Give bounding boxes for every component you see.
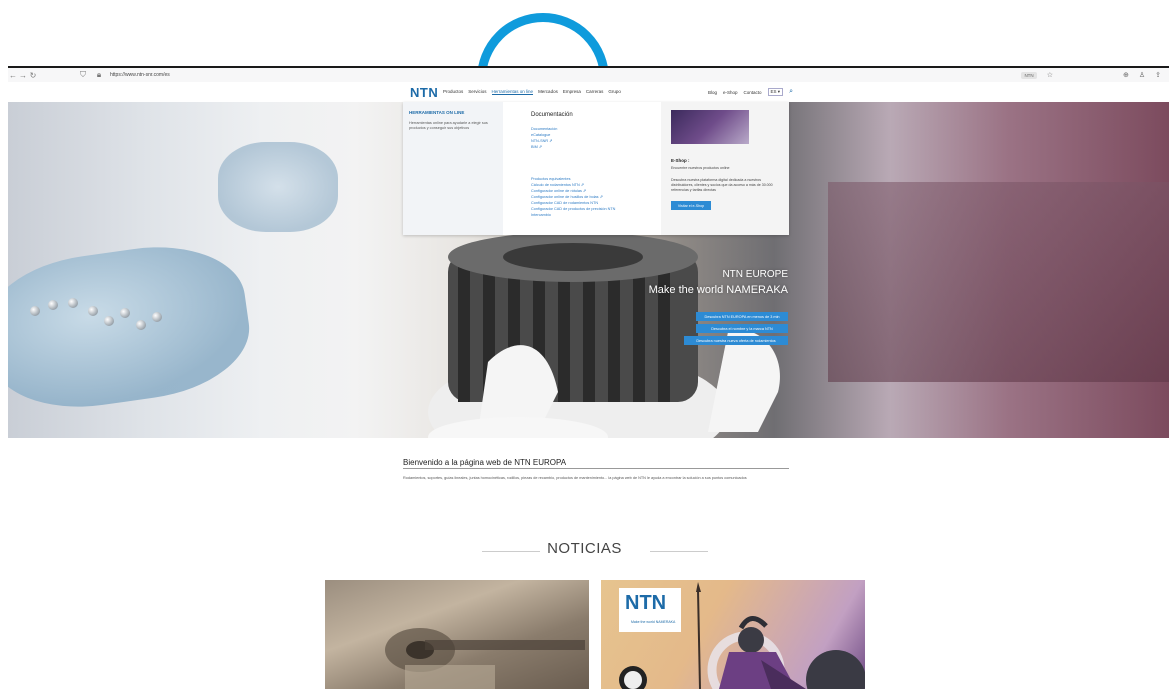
hero-button-discover[interactable]: Descubra NTN EUROPA en menos de 3 min bbox=[696, 312, 788, 321]
mega-menu-title: HERRAMIENTAS ON LINE bbox=[409, 110, 465, 115]
hero-subtitle: Make the world NAMERAKA bbox=[648, 284, 788, 296]
welcome-text: Rodamientos, soportes, guías lineales, j… bbox=[403, 476, 747, 480]
eshop-image bbox=[671, 110, 749, 144]
menu-link[interactable]: BIM ⇗ bbox=[531, 144, 661, 150]
nav-item-herramientas[interactable]: Herramientas on line bbox=[491, 89, 534, 95]
steel-ball bbox=[152, 312, 162, 322]
divider bbox=[650, 551, 708, 552]
site-header: NTN Productos Servicios Herramientas on … bbox=[8, 82, 1169, 102]
mega-menu: HERRAMIENTAS ON LINE Herramientas online… bbox=[403, 102, 789, 235]
nav-item-grupo[interactable]: Grupo bbox=[608, 89, 621, 95]
welcome-title: Bienvenido a la página web de NTN EUROPA bbox=[403, 458, 567, 467]
news-heading: NOTICIAS bbox=[547, 540, 622, 557]
language-select[interactable]: ES ▾ bbox=[767, 88, 784, 96]
steel-ball bbox=[88, 306, 98, 316]
nav-item-mercados[interactable]: Mercados bbox=[538, 89, 558, 95]
forward-icon[interactable]: → bbox=[18, 71, 28, 80]
reload-icon[interactable]: ↻ bbox=[28, 71, 38, 80]
nav-item-contacto[interactable]: Contacto bbox=[744, 90, 762, 95]
news-card-image[interactable] bbox=[325, 580, 589, 689]
eshop-title: E-Shop : bbox=[671, 158, 690, 163]
nav-item-empresa[interactable]: Empresa bbox=[563, 89, 581, 95]
steel-ball bbox=[30, 306, 40, 316]
mega-menu-intro: HERRAMIENTAS ON LINE Herramientas online… bbox=[403, 102, 503, 235]
extension-icon[interactable]: ⊕ bbox=[1123, 71, 1129, 79]
zoom-pill[interactable]: NTN bbox=[1021, 71, 1037, 79]
hero-button-brand[interactable]: Descubra el nombre y la marca NTN bbox=[696, 324, 788, 333]
search-icon[interactable]: ⌕ bbox=[789, 88, 793, 96]
browser-window: ← → ↻ ⛉ 🔒︎ https://www.ntn-snr.com/es NT… bbox=[0, 0, 1169, 689]
nav-item-carreras[interactable]: Carreras bbox=[586, 89, 604, 95]
warrior-image bbox=[619, 582, 865, 689]
steel-ball bbox=[68, 298, 78, 308]
menu-link[interactable]: Intercambio bbox=[531, 212, 661, 218]
hero-button-offer[interactable]: Descubra nuestra nueva oferta de rodamie… bbox=[684, 336, 788, 345]
url-text[interactable]: https://www.ntn-snr.com/es bbox=[110, 72, 170, 78]
cloth-shape bbox=[8, 234, 258, 420]
share-icon[interactable]: ⇪ bbox=[1155, 71, 1161, 79]
nav-item-eshop[interactable]: e-Shop bbox=[723, 90, 738, 95]
browser-toolbar: ← → ↻ ⛉ 🔒︎ https://www.ntn-snr.com/es NT… bbox=[8, 66, 1169, 82]
address-bar[interactable]: ⛉ 🔒︎ https://www.ntn-snr.com/es bbox=[78, 70, 170, 80]
account-icon[interactable]: ♙ bbox=[1139, 71, 1145, 79]
steel-ball bbox=[120, 308, 130, 318]
eshop-promo: E-Shop : Encuentre nuestros productos on… bbox=[661, 102, 789, 235]
crate-background bbox=[828, 182, 1169, 382]
steel-ball bbox=[104, 316, 114, 326]
tools-links: Productos equivalentes Cálculo de rodami… bbox=[531, 176, 661, 218]
utility-nav: Blog e-Shop Contacto ES ▾ ⌕ bbox=[708, 88, 793, 96]
eshop-description: Descubra nuestra plataforma digital dedi… bbox=[671, 178, 773, 192]
lock-icon: 🔒︎ bbox=[96, 70, 102, 79]
documentation-column: Documentación Documentación eCatalogue N… bbox=[531, 112, 661, 218]
main-nav: Productos Servicios Herramientas on line… bbox=[443, 89, 621, 95]
shield-icon: ⛉ bbox=[80, 70, 86, 79]
eshop-button[interactable]: Visitar el e-Shop bbox=[671, 201, 711, 210]
nav-item-productos[interactable]: Productos bbox=[443, 89, 463, 95]
ntn-logo[interactable]: NTN bbox=[410, 85, 438, 100]
hero-title: NTN EUROPE bbox=[722, 269, 788, 280]
mega-menu-description: Herramientas online para ayudarle a eleg… bbox=[409, 121, 488, 130]
documentation-heading: Documentación bbox=[531, 112, 573, 118]
star-icon[interactable]: ☆ bbox=[1047, 71, 1053, 79]
news-card-image[interactable]: NTN Make the world NAMERAKA bbox=[601, 580, 865, 689]
divider bbox=[403, 468, 789, 469]
machinery-image bbox=[385, 628, 585, 689]
steel-ball bbox=[48, 300, 58, 310]
cloth-shape bbox=[218, 142, 338, 232]
steel-ball bbox=[136, 320, 146, 330]
eshop-subtitle: Encuentre nuestros productos online bbox=[671, 166, 730, 170]
nav-item-servicios[interactable]: Servicios bbox=[468, 89, 486, 95]
back-icon[interactable]: ← bbox=[8, 71, 18, 80]
nav-item-blog[interactable]: Blog bbox=[708, 90, 717, 95]
